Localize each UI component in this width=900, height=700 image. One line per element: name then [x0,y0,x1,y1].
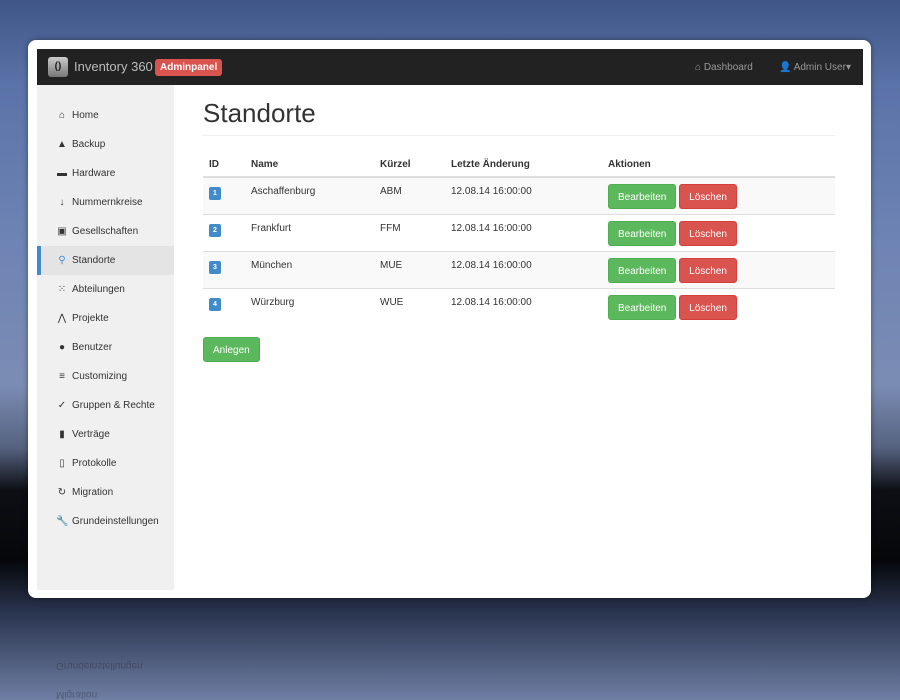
location-name: Frankfurt [245,213,374,251]
delete-button[interactable]: Löschen [679,294,737,320]
divider [203,135,835,136]
sidebar-item-backup[interactable]: ▲ Backup [37,130,174,159]
wrench-icon: 🔧 [56,516,69,527]
sidebar-item-label: Standorte [72,255,116,266]
id-badge: 3 [209,260,221,274]
delete-button[interactable]: Löschen [679,184,737,209]
sidebar-item-label: Projekte [72,313,109,324]
sidebar-item-label: Customizing [72,371,128,382]
user-label: Admin User [793,62,846,73]
window-reflection: Migration Grundeinstellungen [37,655,174,700]
table-row: 2 Frankfurt FFM 12.08.14 16:00:00 Bearbe… [203,213,835,251]
table-row: 3 München MUE 12.08.14 16:00:00 Bearbeit… [203,250,835,288]
dashboard-label: Dashboard [703,62,753,73]
sidebar-item-nummernkreise[interactable]: ↓ Nummernkreise [37,188,174,217]
sidebar-item-label: Gruppen & Rechte [72,400,155,411]
grid-icon: ⁙ [57,284,67,295]
header-id: ID [203,152,245,178]
caret-down-icon: ▾ [845,62,851,73]
locations-table: ID Name Kürzel Letzte Änderung Aktionen … [203,152,835,325]
edit-button[interactable]: Bearbeiten [608,184,677,209]
sidebar-item-standorte[interactable]: ⚲ Standorte [37,246,174,275]
sidebar-item-label: Hardware [72,168,116,179]
lock-icon: ▲ [57,139,67,150]
delete-button[interactable]: Löschen [679,257,737,283]
reflected-sidebar-label: Migration [56,689,98,700]
sidebar-item-label: Migration [72,487,114,498]
sidebar: ⌂ Home ▲ Backup ▬ Hardware ↓ Nummernkreise ▣ Gese… [37,85,174,590]
location-name: Aschaffenburg [245,176,374,214]
edit-button[interactable]: Bearbeiten [608,294,677,320]
location-short: MUE [374,250,445,288]
last-changed: 12.08.14 16:00:00 [445,213,602,251]
header-name: Name [245,152,374,178]
sidebar-item-label: Home [72,110,99,121]
user-icon: 👤 [779,62,792,73]
add-button[interactable]: Anlegen [203,337,260,362]
sidebar-item-label: Nummernkreise [72,197,143,208]
map-marker-icon: ⚲ [58,255,66,266]
header-changed: Letzte Änderung [445,152,602,178]
navbar: () Inventory 360 Adminpanel ⌂ Dashboard … [37,49,863,85]
sidebar-item-label: Abteilungen [72,284,125,295]
sidebar-item-label: Protokolle [72,458,117,469]
sidebar-item-verträge[interactable]: ▮ Verträge [37,420,174,449]
sidebar-item-gruppen-rechte[interactable]: ✓ Gruppen & Rechte [37,391,174,420]
hdd-icon: ▬ [57,168,67,179]
id-badge: 1 [209,187,221,200]
sidebar-item-label: Benutzer [72,342,113,353]
dashboard-link[interactable]: ⌂ Dashboard [695,62,753,73]
brand-link[interactable]: Inventory 360 [74,59,153,74]
location-short: WUE [374,287,445,325]
inventory-logo-icon: () [48,57,68,77]
reflected-sidebar-label: Grundeinstellungen [56,660,143,671]
header-actions: Aktionen [602,152,835,178]
sidebar-item-label: Verträge [72,429,110,440]
last-changed: 12.08.14 16:00:00 [445,250,602,288]
location-short: ABM [374,176,445,214]
sidebar-item-migration[interactable]: ↻ Migration [37,478,174,507]
edit-button[interactable]: Bearbeiten [608,257,677,283]
sidebar-item-hardware[interactable]: ▬ Hardware [37,159,174,188]
location-short: FFM [374,213,445,251]
table-row: 1 Aschaffenburg ABM 12.08.14 16:00:00 Be… [203,176,835,214]
table-row: 4 Würzburg WUE 12.08.14 16:00:00 Bearbei… [203,287,835,325]
list-icon: ≡ [59,371,65,382]
sidebar-item-gesellschaften[interactable]: ▣ Gesellschaften [37,217,174,246]
sidebar-item-grundeinstellungen[interactable]: 🔧 Grundeinstellungen [37,507,174,536]
header-short: Kürzel [374,152,445,178]
file-icon: ▯ [59,458,65,469]
refresh-icon: ↻ [57,487,67,498]
sidebar-item-benutzer[interactable]: ● Benutzer [37,333,174,362]
last-changed: 12.08.14 16:00:00 [445,287,602,325]
check-circle-icon: ✓ [57,400,67,411]
home-icon: ⌂ [695,62,702,73]
page-title: Standorte [203,98,316,128]
id-badge: 2 [209,223,221,237]
sort-numeric-icon: ↓ [59,197,65,208]
location-name: Würzburg [245,287,374,325]
sidebar-item-label: Grundeinstellungen [72,516,159,527]
sidebar-item-label: Backup [72,139,106,150]
book-icon: ▮ [59,429,65,440]
home-icon: ⌂ [58,110,66,121]
sidebar-item-customizing[interactable]: ≡ Customizing [37,362,174,391]
sidebar-item-abteilungen[interactable]: ⁙ Abteilungen [37,275,174,304]
last-changed: 12.08.14 16:00:00 [445,176,602,214]
adminpanel-badge: Adminpanel [155,59,223,76]
user-icon: ● [58,342,66,353]
delete-button[interactable]: Löschen [679,220,737,246]
app-window: () Inventory 360 Adminpanel ⌂ Dashboard … [28,40,871,598]
sidebar-item-protokolle[interactable]: ▯ Protokolle [37,449,174,478]
id-badge: 4 [209,297,221,311]
user-menu[interactable]: 👤 Admin User▾ [779,62,851,73]
sidebar-item-label: Gesellschaften [72,226,139,237]
sidebar-item-projekte[interactable]: ⋀ Projekte [37,304,174,333]
briefcase-icon: ▣ [57,226,67,237]
road-icon: ⋀ [57,313,67,324]
sidebar-item-home[interactable]: ⌂ Home [37,101,174,130]
location-name: München [245,250,374,288]
edit-button[interactable]: Bearbeiten [608,220,677,246]
